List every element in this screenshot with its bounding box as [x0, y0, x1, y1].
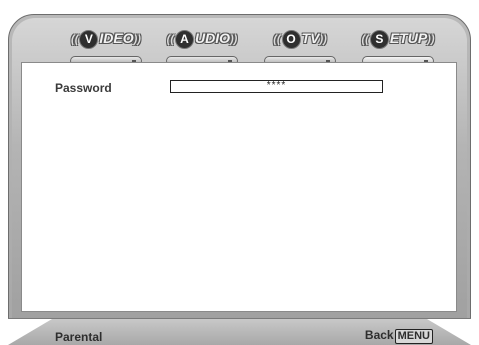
bracket-left: (( — [166, 33, 174, 46]
back-button[interactable]: Back MENU — [365, 328, 433, 344]
back-label: Back — [364, 328, 394, 342]
video-icon: V — [79, 30, 99, 49]
status-bar-left-corner — [8, 319, 52, 345]
audio-icon: A — [175, 30, 194, 49]
setup-icon: S — [369, 30, 389, 49]
bracket-right: )) — [319, 33, 327, 46]
bracket-right: )) — [230, 33, 238, 46]
tab-audio-label: ((A UDIO)) — [158, 30, 246, 49]
tab-video-label: ((V IDEO)) — [62, 30, 150, 49]
bracket-left: (( — [361, 33, 369, 46]
tab-setup-label: ((S ETUP)) — [354, 30, 442, 49]
tab-audio-text: UDIO — [195, 30, 230, 47]
tab-video-text: IDEO — [99, 30, 134, 47]
page-title: Parental — [55, 330, 103, 344]
status-bar-right-corner — [427, 319, 471, 345]
content-panel: Password **** — [21, 62, 457, 312]
tab-tv-label: ((O TV)) — [256, 30, 344, 49]
bracket-left: (( — [273, 33, 281, 46]
password-field[interactable]: **** — [170, 80, 383, 93]
bracket-right: )) — [133, 33, 141, 46]
bracket-right: )) — [427, 33, 435, 46]
tab-setup-text: ETUP — [389, 30, 428, 47]
password-label: Password — [55, 81, 112, 95]
tv-icon: O — [281, 30, 301, 49]
status-bar: Parental Back MENU — [8, 318, 471, 345]
bracket-left: (( — [71, 33, 79, 46]
tab-tv-text: TV — [301, 30, 320, 47]
menu-key: MENU — [394, 329, 433, 344]
